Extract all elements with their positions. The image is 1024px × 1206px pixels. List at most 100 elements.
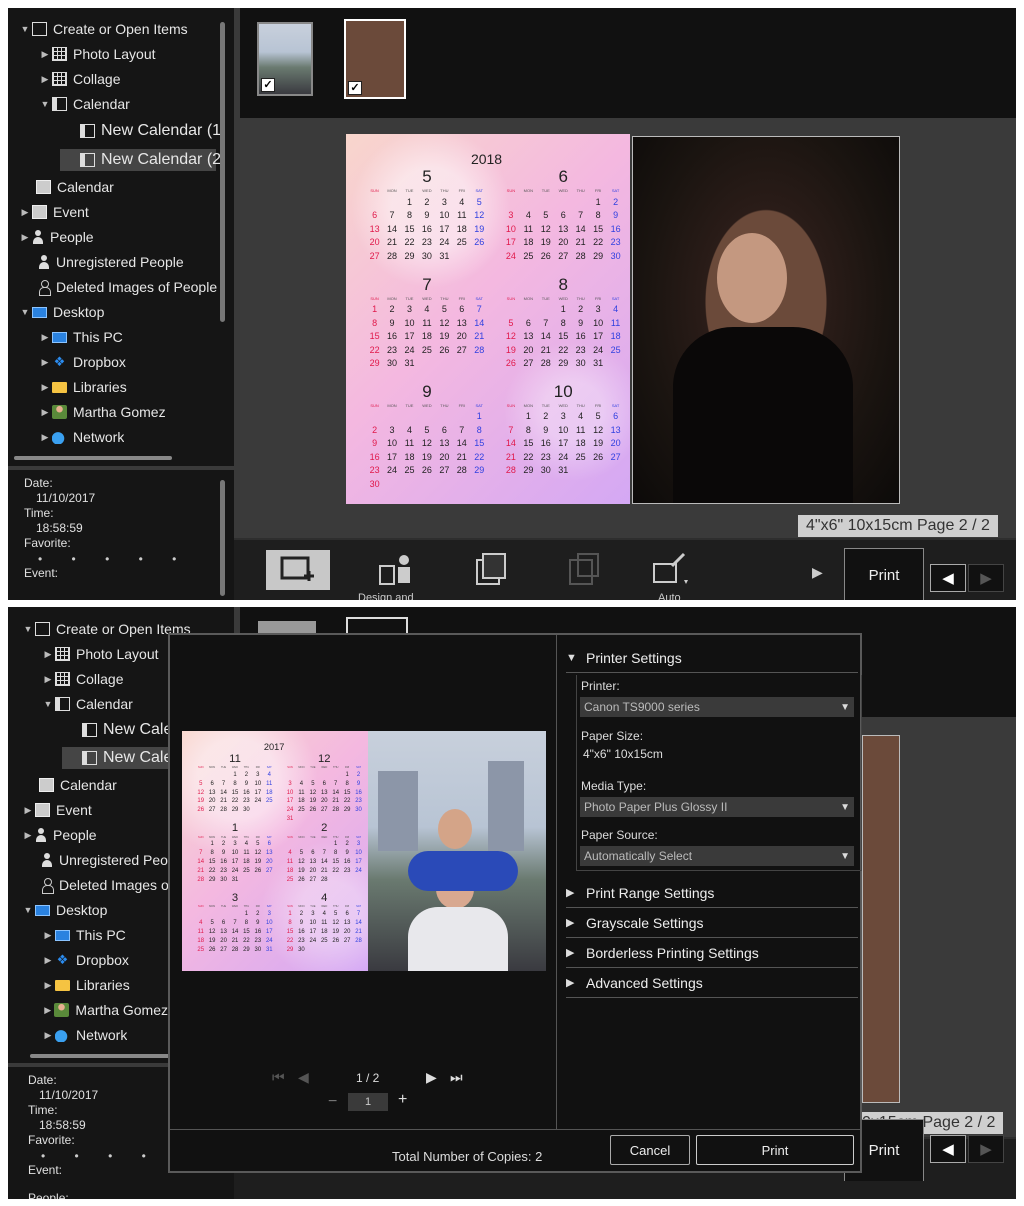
advanced-header[interactable]: ▶ Advanced Settings	[566, 968, 858, 998]
expand-arrow-icon[interactable]: ▶	[38, 432, 52, 443]
tree-photo-layout[interactable]: ▶ Photo Layout	[41, 643, 159, 665]
tree-desktop[interactable]: ▼ Desktop	[18, 301, 105, 323]
tree-network[interactable]: ▶ Network	[41, 1024, 128, 1046]
tree-dropbox[interactable]: ▶ ❖ Dropbox	[41, 949, 129, 971]
expand-arrow-icon[interactable]: ▶	[41, 930, 55, 941]
tree-new-calendar-2[interactable]: New Calendar (2	[80, 149, 220, 171]
tree-new-calendar-1[interactable]: New Cale	[82, 719, 168, 741]
panel-splitter[interactable]	[8, 466, 234, 470]
tree-photo-layout[interactable]: ▶ Photo Layout	[38, 43, 156, 65]
media-type-dropdown[interactable]: Photo Paper Plus Glossy II ▼	[580, 797, 854, 817]
tree-event[interactable]: ▶ Event	[21, 799, 92, 821]
cancel-button[interactable]: Cancel	[610, 1135, 690, 1165]
tree-new-calendar-1[interactable]: New Calendar (1	[80, 120, 220, 142]
tree-new-calendar-2[interactable]: New Cale	[82, 747, 168, 769]
tree-horizontal-scrollbar[interactable]	[14, 456, 172, 460]
prev-page-button[interactable]: ◀	[930, 564, 966, 592]
tree-people[interactable]: ▶ People	[18, 226, 94, 248]
print-button[interactable]: Print	[844, 548, 924, 600]
tree-desktop[interactable]: ▼ Desktop	[21, 899, 108, 921]
tree-unregistered-people[interactable]: Unregistered Peop	[41, 849, 168, 871]
next-page-button[interactable]: ▶	[968, 1135, 1004, 1163]
tree-event[interactable]: ▶ Event	[18, 201, 89, 223]
print-range-header[interactable]: ▶ Print Range Settings	[566, 878, 858, 908]
tree-network[interactable]: ▶ Network	[38, 426, 125, 448]
expand-arrow-icon[interactable]: ▶	[38, 74, 52, 85]
tree-create-open[interactable]: ▼ Create or Open Items	[21, 618, 191, 640]
tree-calendar-node[interactable]: ▼ Calendar	[41, 693, 133, 715]
expand-arrow-icon[interactable]: ▶	[21, 805, 35, 816]
tree-scrollbar[interactable]	[220, 22, 225, 322]
tree-calendar[interactable]: Calendar	[36, 176, 114, 198]
tree-dropbox[interactable]: ▶ ❖ Dropbox	[38, 351, 126, 373]
tree-this-pc[interactable]: ▶ This PC	[38, 326, 123, 348]
photo-frame[interactable]	[632, 136, 900, 504]
next-page-button[interactable]: ▶	[968, 564, 1004, 592]
calendar-page[interactable]: 2018 5 SUN MON TUE WED THU FRI SAT 1 2 3 4 5 6 7 8 9 10 11 1…	[346, 134, 630, 504]
tree-unregistered-people[interactable]: Unregistered People	[38, 251, 184, 273]
tree-deleted-images[interactable]: Deleted Images of	[41, 874, 168, 896]
borderless-header[interactable]: ▶ Borderless Printing Settings	[566, 938, 858, 968]
checkbox-checked-icon[interactable]: ✓	[348, 81, 362, 95]
tree-libraries[interactable]: ▶ Libraries	[38, 376, 127, 398]
printer-settings-header[interactable]: ▼ Printer Settings	[566, 643, 858, 673]
prev-page-button[interactable]: ◀	[930, 1135, 966, 1163]
favorite-rating[interactable]: • • • • •	[38, 552, 189, 566]
add-image-button[interactable]	[266, 550, 330, 590]
paper-source-dropdown[interactable]: Automatically Select ▼	[580, 846, 854, 866]
calendar-day: 16	[540, 438, 551, 449]
adjust-button[interactable]	[552, 550, 616, 590]
collapse-arrow-icon[interactable]: ▼	[38, 99, 52, 109]
expand-arrow-icon[interactable]: ▶	[41, 674, 55, 685]
next-page-icon[interactable]: ▶	[426, 1069, 437, 1086]
tree-calendar[interactable]: Calendar	[39, 774, 117, 796]
tree-create-open[interactable]: ▼ Create or Open Items	[18, 18, 188, 40]
zoom-out-icon[interactable]: −	[328, 1093, 337, 1111]
first-page-icon[interactable]: ⏮	[272, 1069, 285, 1086]
tree-deleted-images[interactable]: Deleted Images of People	[38, 276, 217, 298]
expand-arrow-icon[interactable]: ▶	[21, 830, 35, 841]
collapse-arrow-icon[interactable]: ▼	[18, 24, 32, 34]
expand-arrow-icon[interactable]: ▶	[41, 955, 55, 966]
thumbnail-night[interactable]: ✓	[344, 19, 406, 99]
thumbnail-disney[interactable]: ✓	[257, 22, 313, 96]
tree-user[interactable]: ▶ Martha Gomez	[41, 999, 168, 1021]
checkbox-checked-icon[interactable]: ✓	[261, 78, 275, 92]
collapse-arrow-icon[interactable]: ▼	[21, 624, 35, 634]
expand-arrow-icon[interactable]: ▶	[41, 1030, 55, 1041]
grayscale-header[interactable]: ▶ Grayscale Settings	[566, 908, 858, 938]
collapse-arrow-icon[interactable]: ▼	[41, 699, 55, 709]
tree-collage[interactable]: ▶ Collage	[38, 68, 121, 90]
background-button[interactable]	[459, 550, 523, 590]
dialog-print-button[interactable]: Print	[696, 1135, 854, 1165]
page-number-input[interactable]: 1	[348, 1093, 388, 1111]
printer-dropdown[interactable]: Canon TS9000 series ▼	[580, 697, 854, 717]
expand-arrow-icon[interactable]: ▶	[38, 357, 52, 368]
tree-people[interactable]: ▶ People	[21, 824, 97, 846]
expand-arrow-icon[interactable]: ▶	[41, 1005, 54, 1016]
expand-arrow-icon[interactable]: ▶	[18, 232, 32, 243]
expand-arrow-icon[interactable]: ▶	[38, 382, 52, 393]
expand-arrow-icon[interactable]: ▶	[38, 49, 52, 60]
toolbar-next-arrow-icon[interactable]: ▶	[812, 564, 823, 581]
tree-user[interactable]: ▶ Martha Gomez	[38, 401, 166, 423]
tree-collage[interactable]: ▶ Collage	[41, 668, 124, 690]
expand-arrow-icon[interactable]: ▶	[38, 332, 52, 343]
expand-arrow-icon[interactable]: ▶	[41, 980, 55, 991]
expand-arrow-icon[interactable]: ▶	[18, 207, 32, 218]
zoom-in-icon[interactable]: +	[398, 1091, 407, 1109]
design-button[interactable]	[364, 550, 428, 590]
expand-arrow-icon[interactable]: ▶	[41, 649, 55, 660]
tree-horizontal-scrollbar[interactable]	[30, 1054, 170, 1058]
expand-arrow-icon[interactable]: ▶	[38, 407, 52, 418]
tree-calendar-node[interactable]: ▼ Calendar	[38, 93, 130, 115]
collapse-arrow-icon[interactable]: ▼	[18, 307, 32, 317]
prev-page-icon[interactable]: ◀	[298, 1069, 309, 1086]
calendar-day: 18	[197, 937, 205, 944]
last-page-icon[interactable]: ⏭	[450, 1069, 463, 1086]
tree-this-pc[interactable]: ▶ This PC	[41, 924, 126, 946]
info-scrollbar[interactable]	[220, 480, 225, 596]
auto-button[interactable]	[640, 550, 704, 590]
collapse-arrow-icon[interactable]: ▼	[21, 905, 35, 915]
tree-libraries[interactable]: ▶ Libraries	[41, 974, 130, 996]
